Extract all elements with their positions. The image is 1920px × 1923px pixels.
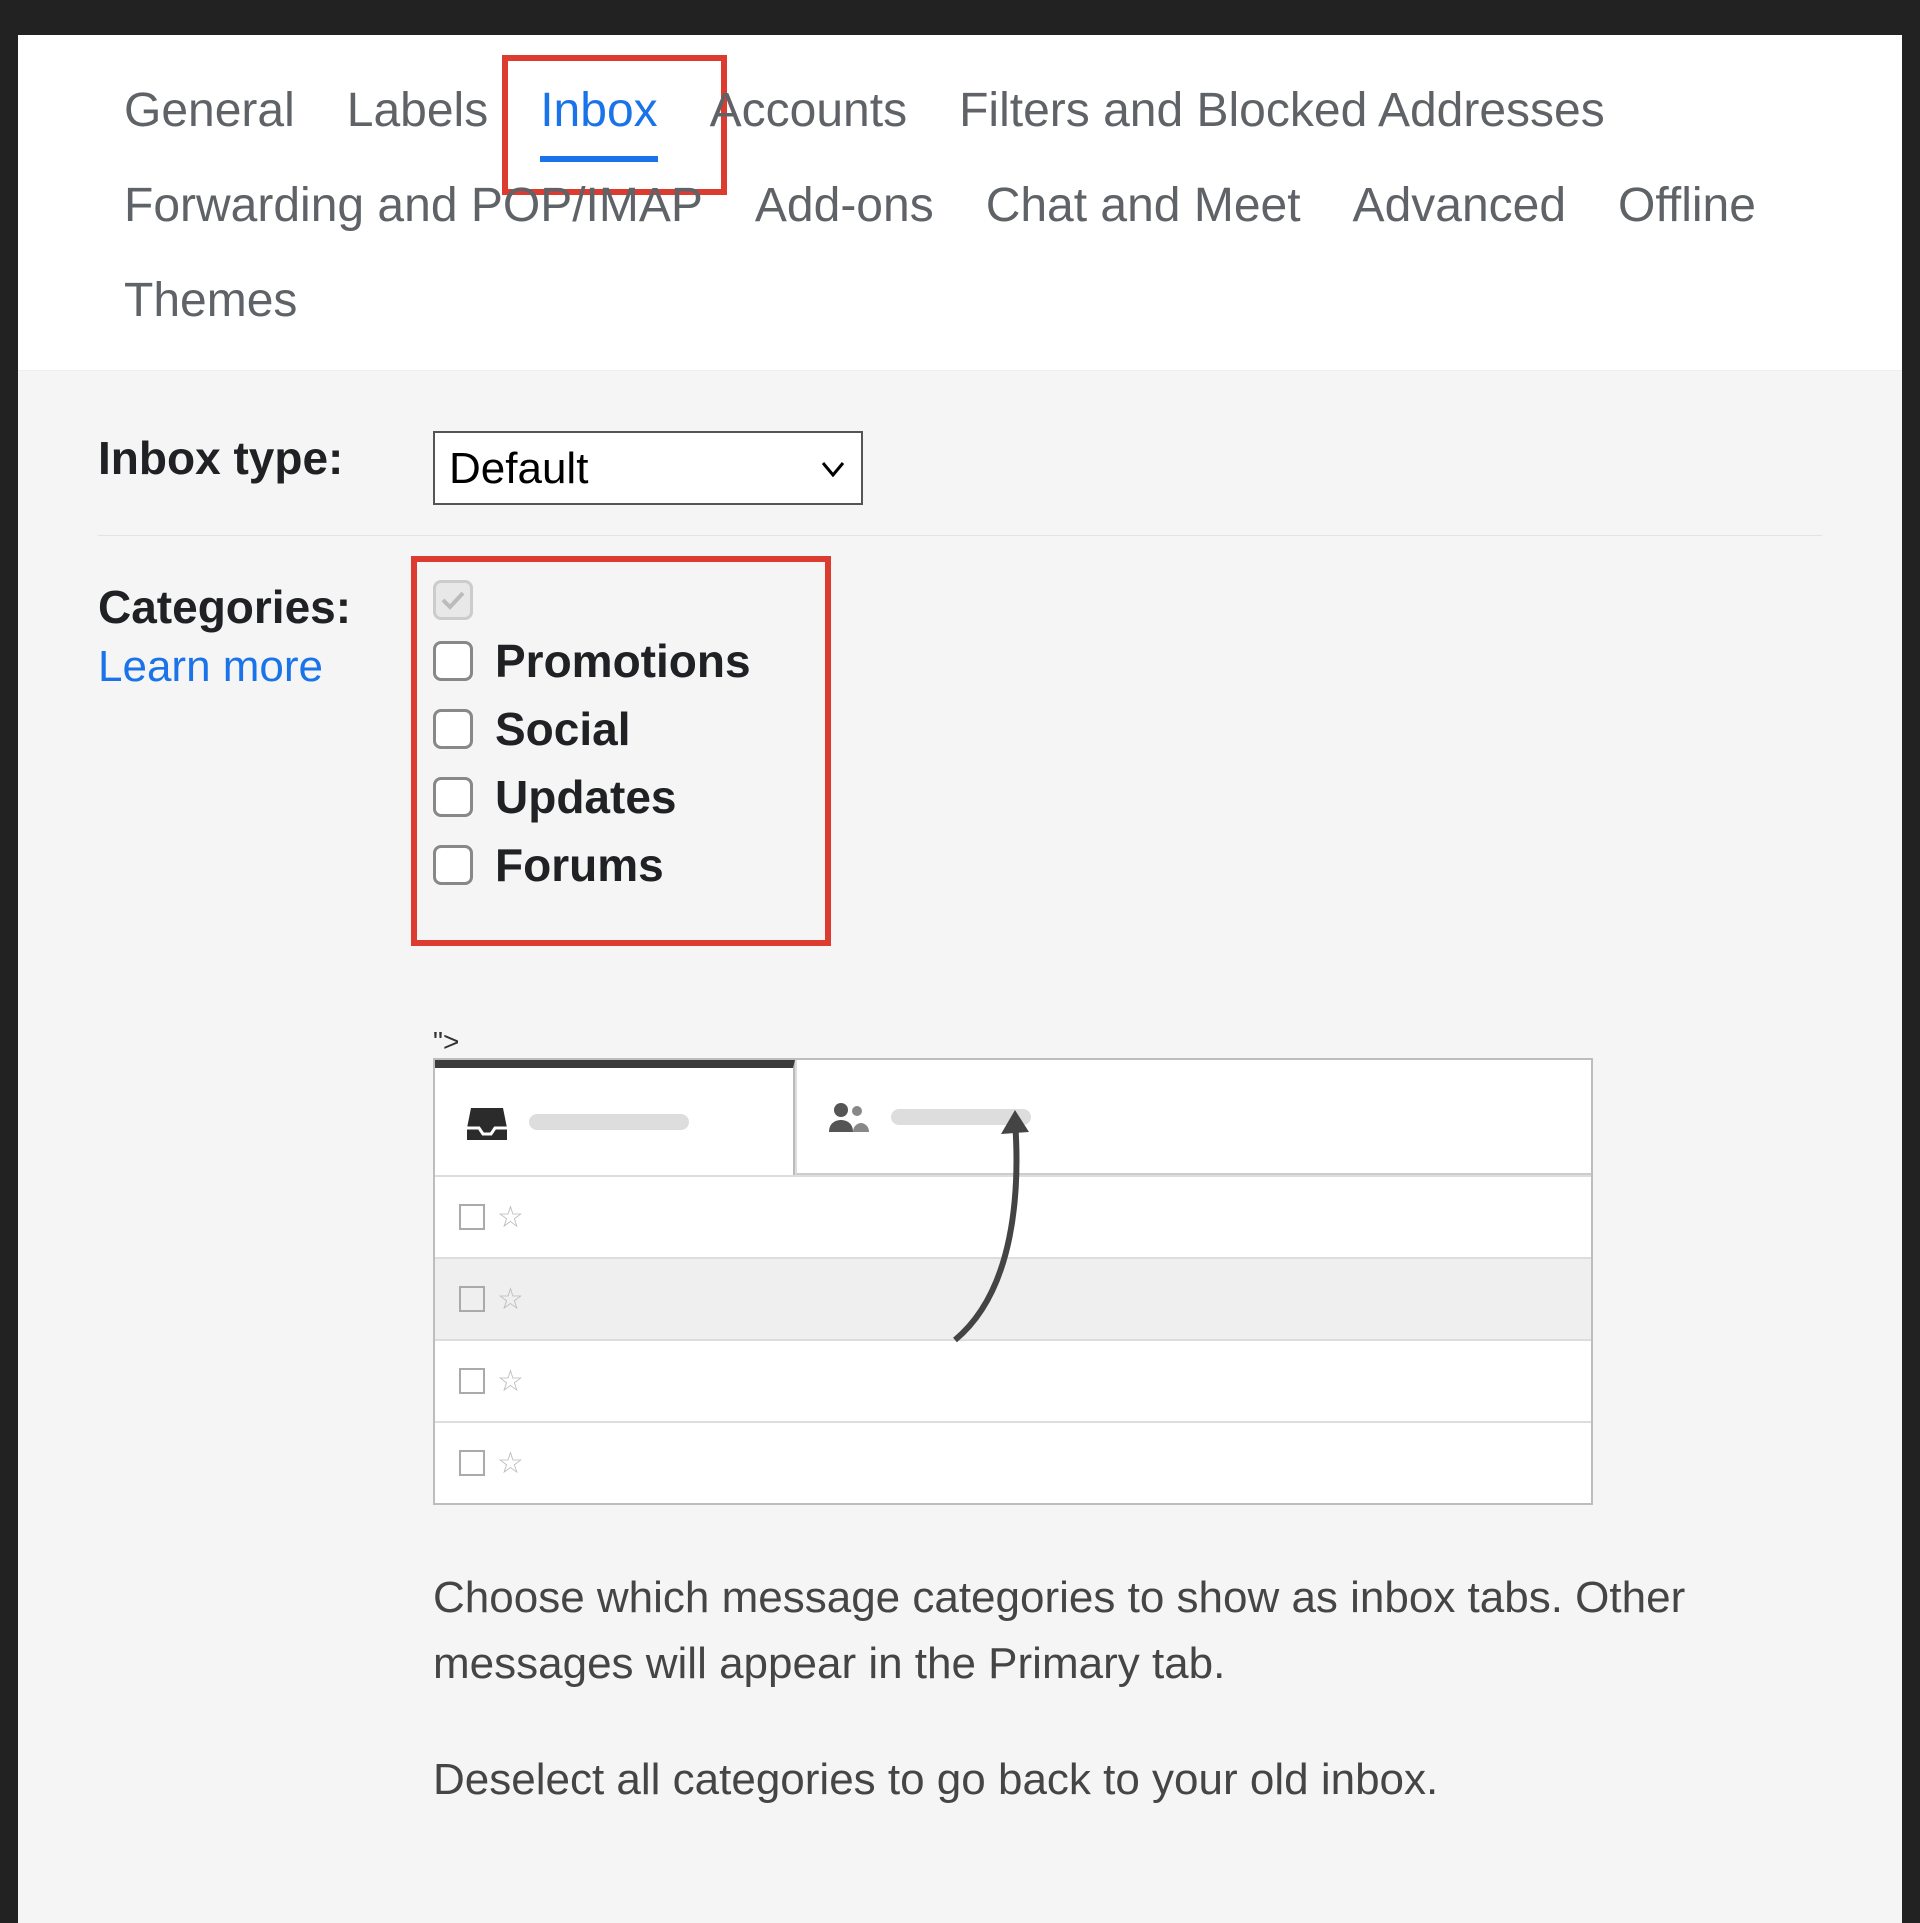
preview-row: ☆ [435,1421,1591,1503]
tab-general[interactable]: General [98,65,321,160]
tab-addons[interactable]: Add-ons [729,160,960,255]
tab-accounts[interactable]: Accounts [684,65,933,160]
description-text: Choose which message categories to show … [433,1565,1813,1697]
tab-themes[interactable]: Themes [98,255,323,350]
category-item-updates: Updates [433,770,751,824]
preview-row: ☆ [435,1257,1591,1339]
placeholder-bar [891,1109,1031,1125]
preview-row: ☆ [435,1339,1591,1421]
categories-label: Categories: [98,580,433,634]
settings-tabs: General Labels Inbox Accounts Filters an… [18,35,1902,371]
checkbox-social[interactable] [433,709,473,749]
tab-advanced[interactable]: Advanced [1327,160,1593,255]
checkbox-promotions[interactable] [433,641,473,681]
category-label: Updates [495,770,676,824]
tab-labels[interactable]: Labels [321,65,514,160]
people-icon [827,1100,871,1134]
tab-inbox-label: Inbox [540,84,657,137]
preview-tab-social [795,1060,1195,1175]
category-item-forums: Forums [433,838,751,892]
checkbox-primary [433,580,473,620]
inbox-type-select[interactable]: Default [433,431,863,505]
checkbox-updates[interactable] [433,777,473,817]
categories-row: Categories: Learn more Promotions [98,536,1822,936]
preview-tab-primary [435,1060,795,1175]
tab-filters[interactable]: Filters and Blocked Addresses [933,65,1631,160]
tab-forwarding[interactable]: Forwarding and POP/IMAP [98,160,729,255]
category-label: Forums [495,838,664,892]
inbox-icon [465,1102,509,1142]
category-item-promotions: Promotions [433,634,751,688]
description-text: Deselect all categories to go back to yo… [433,1747,1813,1813]
inbox-preview: "> ☆ ☆ [433,936,1822,1505]
placeholder-bar [529,1114,689,1130]
category-label: Promotions [495,634,751,688]
preview-row: ☆ [435,1175,1591,1257]
preview-tab-empty [1195,1060,1591,1175]
checkbox-forums[interactable] [433,845,473,885]
learn-more-link[interactable]: Learn more [98,642,433,692]
tab-inbox[interactable]: Inbox [514,65,683,160]
tab-offline[interactable]: Offline [1592,160,1782,255]
tab-chat[interactable]: Chat and Meet [960,160,1327,255]
categories-description: Choose which message categories to show … [433,1565,1813,1813]
category-item-social: Social [433,702,751,756]
category-item-primary [433,580,751,620]
inbox-type-label: Inbox type: [98,431,433,485]
inbox-type-row: Inbox type: Default [98,421,1822,536]
category-label: Social [495,702,631,756]
